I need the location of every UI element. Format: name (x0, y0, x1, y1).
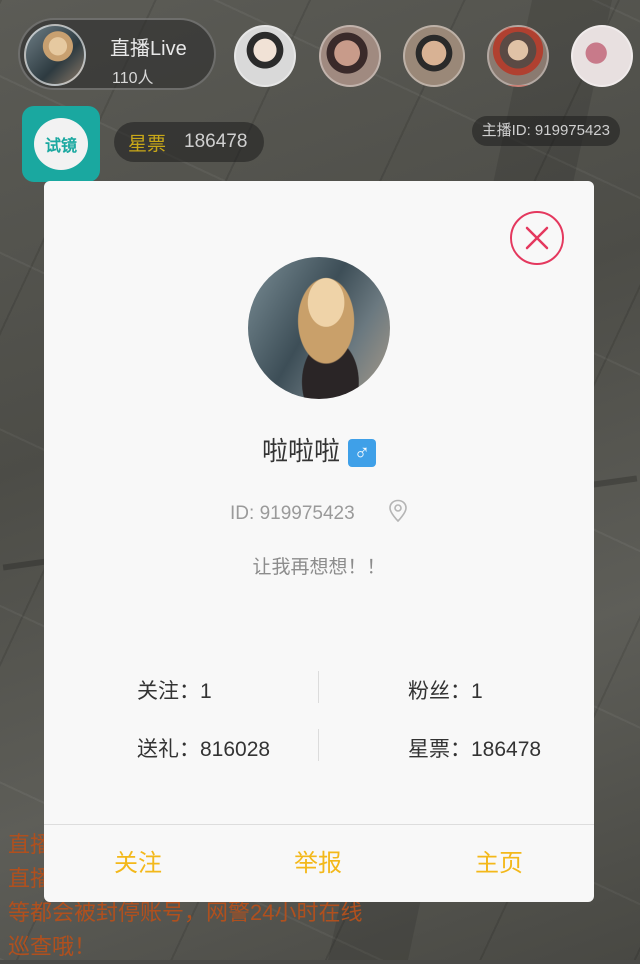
star-ticket-value: 186478 (184, 131, 248, 152)
user-profile-dialog: 啦啦啦 ♂ ID: 919975423 让我再想想！！ 关注：1 粉丝：1 送礼：… (44, 181, 594, 902)
viewer-avatar[interactable] (487, 25, 549, 87)
viewer-avatar[interactable] (403, 25, 465, 87)
stat-divider (318, 729, 319, 761)
star-ticket-label: 星票 (128, 133, 167, 155)
male-gender-icon: ♂ (348, 439, 376, 468)
report-button[interactable]: 举报 (258, 843, 378, 878)
star-ticket-count: 星票：186478 (408, 738, 542, 761)
viewer-avatar[interactable] (571, 25, 633, 87)
notice-line: 巡查哦！ (8, 934, 97, 959)
follow-button[interactable]: 关注 (78, 843, 198, 878)
profile-name-row: 啦啦啦 ♂ (44, 431, 594, 468)
star-ticket-pill: 星票 186478 (114, 122, 264, 162)
anchor-id: 主播ID: 919975423 (471, 116, 620, 146)
host-title: 直播Live (110, 38, 187, 60)
follow-count: 关注：1 (137, 680, 212, 703)
profile-id: ID: 919975423 (230, 503, 355, 525)
close-icon (525, 226, 549, 250)
location-pin-icon (388, 499, 408, 529)
stat-divider (318, 671, 319, 703)
host-info-pill[interactable]: 直播Live 110人 (18, 18, 216, 90)
viewer-avatar[interactable] (319, 25, 381, 87)
viewer-count: 110人 (112, 70, 154, 87)
fans-count: 粉丝：1 (408, 680, 483, 703)
viewer-avatar[interactable] (234, 25, 296, 87)
profile-signature: 让我再想想！！ (252, 557, 386, 578)
app-logo-text: 试镜 (34, 118, 88, 170)
profile-id-row: ID: 919975423 (44, 499, 594, 529)
profile-avatar (248, 257, 390, 399)
close-button[interactable] (510, 211, 564, 265)
profile-name: 啦啦啦 (261, 436, 340, 466)
home-button[interactable]: 主页 (439, 843, 559, 878)
action-divider (44, 824, 594, 825)
host-avatar[interactable] (24, 24, 86, 86)
gift-count: 送礼：816028 (137, 738, 271, 761)
app-logo: 试镜 (22, 106, 100, 182)
